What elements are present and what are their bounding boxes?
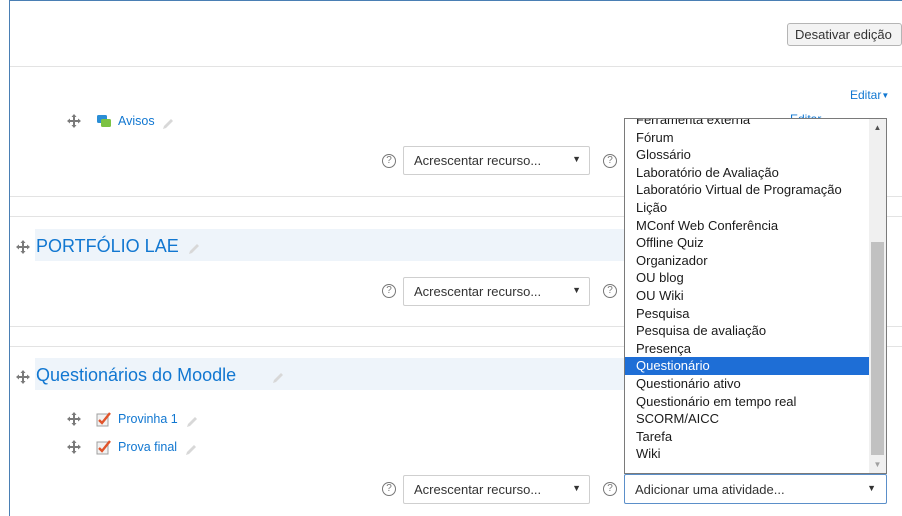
- activity-option[interactable]: Organizador: [625, 252, 869, 270]
- activity-option[interactable]: OU blog: [625, 269, 869, 287]
- activity-option[interactable]: Questionário em tempo real: [625, 393, 869, 411]
- activity-option[interactable]: Questionário ativo: [625, 375, 869, 393]
- chevron-down-icon: ▼: [572, 483, 581, 493]
- section-title[interactable]: PORTFÓLIO LAE: [36, 236, 179, 257]
- activity-option[interactable]: Tarefa: [625, 428, 869, 446]
- resource-link-prova-final[interactable]: Prova final: [118, 440, 177, 454]
- toggle-editing-button[interactable]: Desativar edição: [787, 23, 902, 46]
- activity-option[interactable]: Fórum: [625, 129, 869, 147]
- add-activity-label: Adicionar uma atividade...: [635, 482, 785, 497]
- activity-option[interactable]: Glossário: [625, 146, 869, 164]
- edit-title-pencil-icon[interactable]: [186, 415, 199, 428]
- help-icon[interactable]: ?: [603, 284, 617, 298]
- activity-option[interactable]: Presença: [625, 340, 869, 358]
- activity-option[interactable]: Questionário: [625, 357, 869, 375]
- section-edit-menu[interactable]: Editar▼: [850, 88, 889, 102]
- help-icon[interactable]: ?: [603, 154, 617, 168]
- chevron-down-icon: ▼: [867, 483, 876, 493]
- move-icon[interactable]: [67, 440, 81, 454]
- activity-option[interactable]: MConf Web Conferência: [625, 217, 869, 235]
- chevron-down-icon: ▼: [572, 154, 581, 164]
- scroll-down-icon[interactable]: ▼: [869, 456, 886, 473]
- move-icon[interactable]: [16, 370, 30, 384]
- scroll-up-icon[interactable]: ▲: [869, 119, 886, 136]
- section-title[interactable]: Questionários do Moodle: [36, 365, 236, 386]
- help-icon[interactable]: ?: [382, 284, 396, 298]
- activity-option[interactable]: Offline Quiz: [625, 234, 869, 252]
- add-resource-label: Acrescentar recurso...: [414, 153, 542, 168]
- divider: [10, 66, 902, 67]
- activity-option[interactable]: Lição: [625, 199, 869, 217]
- forum-icon: [97, 115, 111, 127]
- add-resource-label: Acrescentar recurso...: [414, 482, 542, 497]
- edit-title-pencil-icon[interactable]: [188, 242, 201, 255]
- activity-option[interactable]: Ferramenta externa: [625, 119, 869, 129]
- help-icon[interactable]: ?: [382, 154, 396, 168]
- add-resource-select[interactable]: Acrescentar recurso... ▼: [403, 277, 590, 306]
- help-icon[interactable]: ?: [603, 482, 617, 496]
- activity-option[interactable]: Laboratório de Avaliação: [625, 164, 869, 182]
- resource-link-provinha-1[interactable]: Provinha 1: [118, 412, 178, 426]
- chevron-down-icon: ▼: [572, 285, 581, 295]
- help-icon[interactable]: ?: [382, 482, 396, 496]
- edit-title-pencil-icon[interactable]: [185, 443, 198, 456]
- section-edit-label: Editar: [850, 88, 882, 102]
- quiz-icon: [96, 412, 111, 427]
- activity-option[interactable]: Pesquisa de avaliação: [625, 322, 869, 340]
- move-icon[interactable]: [16, 240, 30, 254]
- activity-option[interactable]: Wiki: [625, 445, 869, 463]
- add-resource-select[interactable]: Acrescentar recurso... ▼: [403, 475, 590, 504]
- activity-option[interactable]: Pesquisa: [625, 305, 869, 323]
- scroll-thumb[interactable]: [871, 242, 884, 455]
- add-resource-label: Acrescentar recurso...: [414, 284, 542, 299]
- activity-options: Ferramenta externa Fórum Glossário Laborató…: [625, 119, 869, 463]
- move-icon[interactable]: [67, 114, 81, 128]
- activity-dropdown-list[interactable]: Ferramenta externa Fórum Glossário Laborató…: [624, 118, 887, 474]
- caret-down-icon: ▼: [881, 91, 890, 100]
- activity-option[interactable]: SCORM/AICC: [625, 410, 869, 428]
- scrollbar[interactable]: ▲ ▼: [869, 119, 886, 473]
- add-activity-select[interactable]: Adicionar uma atividade... ▼: [624, 474, 887, 504]
- quiz-icon: [96, 440, 111, 455]
- move-icon[interactable]: [67, 412, 81, 426]
- resource-link-avisos[interactable]: Avisos: [118, 114, 155, 128]
- edit-title-pencil-icon[interactable]: [272, 371, 285, 384]
- activity-option[interactable]: OU Wiki: [625, 287, 869, 305]
- edit-title-pencil-icon[interactable]: [162, 117, 175, 130]
- add-resource-select[interactable]: Acrescentar recurso... ▼: [403, 146, 590, 175]
- activity-option[interactable]: Laboratório Virtual de Programação: [625, 181, 869, 199]
